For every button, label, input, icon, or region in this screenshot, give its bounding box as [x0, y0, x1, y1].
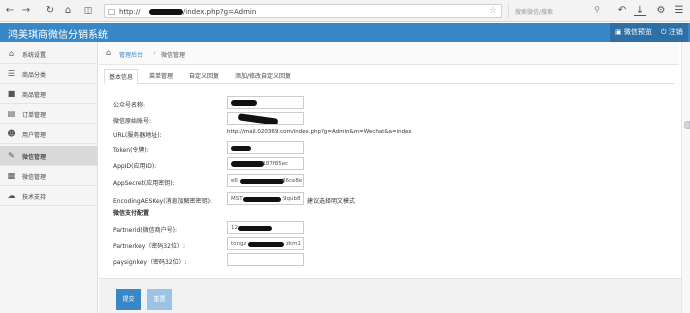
user-icon: ☻	[7, 129, 16, 138]
field-label: 微信原始账号:	[113, 118, 152, 125]
redaction	[149, 9, 183, 15]
server-url-value: http://mall.020369.com/index.php?g=Admin…	[227, 129, 412, 135]
tab-add-edit-reply[interactable]: 添加/修改自定义回复	[231, 69, 295, 84]
sidebar-item-wechat-2[interactable]: ▩ 微信管理	[0, 166, 97, 186]
sidebar-item-label: 微信管理	[22, 154, 47, 161]
sidebar-item-products[interactable]: ■ 商品管理	[0, 84, 97, 104]
field-label: Partnerkey（密码32位）:	[113, 243, 185, 250]
reset-button[interactable]: 重置	[147, 289, 172, 310]
redaction	[237, 113, 279, 124]
list-icon: ☰	[7, 69, 16, 78]
sidebar-item-label: 技术支持	[22, 194, 47, 201]
star-icon[interactable]: ☆	[489, 6, 497, 16]
appid-input[interactable]: a187f85ec	[227, 157, 304, 170]
search-placeholder: 搜索微信/搜索	[515, 9, 554, 16]
tab-bar: 基本信息 菜单管理 自定义回复 添加/修改自定义回复	[104, 69, 674, 84]
cloud-icon: ☁	[7, 191, 16, 200]
field-label: paysignkey（密码32位）:	[113, 259, 187, 266]
sidebar-item-label: 微信管理	[22, 174, 47, 181]
sidebar-item-categories[interactable]: ☰ 商品分类	[0, 64, 97, 84]
edit-icon: ✎	[8, 151, 15, 160]
search-icon[interactable]: ⚲	[594, 5, 600, 14]
sidebar-item-label: 用户管理	[22, 132, 47, 139]
app-title: 鸿美琪商微信分销系统	[8, 30, 108, 41]
logout-button[interactable]: ⏻ 注销	[656, 23, 688, 42]
field-label: AppSecret(应用密钥):	[113, 180, 175, 187]
tab-custom-reply[interactable]: 自定义回复	[185, 69, 223, 84]
partner-id-input[interactable]: 12	[227, 221, 304, 234]
address-bar[interactable]: □ http://n/index.php?g=Admin ☆	[104, 4, 502, 18]
encoding-hint: 建议选择明文模式	[307, 198, 356, 205]
field-label: Token(令牌):	[113, 147, 149, 154]
home-icon[interactable]: ⌂	[62, 5, 74, 17]
box-icon: ■	[7, 89, 16, 98]
tab-menu-management[interactable]: 菜单管理	[145, 69, 177, 84]
sidebar-item-label: 系统设置	[22, 52, 47, 59]
sidebar-item-support[interactable]: ☁ 技术支持	[0, 186, 97, 206]
redaction	[238, 226, 272, 231]
sidebar-item-wechat[interactable]: ✎ 微信管理	[0, 146, 97, 166]
field-label: Partnerid(微信商户号):	[113, 227, 177, 234]
encoding-aes-key-input[interactable]: MST 9qub8	[227, 192, 304, 205]
settings-icon[interactable]: ⚙	[655, 5, 667, 17]
side-float-button[interactable]	[684, 121, 690, 129]
book-icon[interactable]: ◫	[82, 5, 94, 17]
app-header: 鸿美琪商微信分销系统 ▣ 微信预览 ⏻ 注销	[0, 23, 690, 42]
pay-sign-key-input[interactable]	[227, 253, 304, 266]
form-actions: 提交 重置	[99, 278, 681, 313]
sidebar-item-label: 商品管理	[22, 92, 47, 99]
sidebar-item-users[interactable]: ☻ 用户管理	[0, 124, 97, 144]
field-label: EncodingAESKey(消息加解密密钥):	[113, 198, 212, 205]
redaction	[231, 146, 251, 151]
partner-key-input[interactable]: tongz zkm1	[227, 237, 304, 250]
sidebar-item-orders[interactable]: ▤ 订单管理	[0, 104, 97, 124]
field-label: AppID(应用ID):	[113, 163, 157, 170]
back-icon[interactable]: ←	[4, 5, 16, 17]
appsecret-input[interactable]: e6 86ce8e	[227, 174, 304, 187]
field-label: 公众号名称:	[113, 102, 146, 109]
field-label: URL(服务器地址):	[113, 132, 162, 139]
token-input[interactable]	[227, 141, 304, 154]
forward-icon[interactable]: →	[20, 5, 32, 17]
page-icon: □	[108, 7, 116, 16]
order-icon: ▤	[7, 109, 16, 118]
redaction	[243, 197, 281, 202]
download-icon[interactable]: ↓	[634, 5, 646, 16]
redaction	[248, 242, 284, 247]
browser-search[interactable]: 搜索微信/搜索 ⚲	[508, 4, 602, 18]
breadcrumb-separator: ›	[153, 49, 156, 57]
menu-icon[interactable]: ☰	[673, 5, 685, 17]
home-icon: ⌂	[106, 48, 112, 57]
redaction	[240, 179, 284, 184]
sidebar-item-system-settings[interactable]: ⌂ 系统设置	[0, 44, 97, 64]
browser-toolbar: ← → ↻ ⌂ ◫ □ http://n/index.php?g=Admin ☆…	[0, 0, 690, 22]
reload-icon[interactable]: ↻	[44, 5, 56, 17]
tab-basic-info[interactable]: 基本信息	[104, 69, 139, 84]
undo-icon[interactable]: ↶	[616, 5, 628, 17]
pay-section-title: 微信支付配置	[113, 210, 150, 217]
sidebar-item-label: 商品分类	[22, 72, 47, 79]
submit-button[interactable]: 提交	[116, 289, 141, 310]
breadcrumb-root[interactable]: 管理后台	[119, 50, 143, 59]
sidebar-item-label: 订单管理	[22, 112, 47, 119]
breadcrumb: ⌂ 管理后台 › 微信管理	[99, 42, 679, 65]
redaction	[231, 161, 264, 167]
original-account-input[interactable]	[227, 112, 304, 125]
home-icon: ⌂	[8, 49, 15, 58]
breadcrumb-current: 微信管理	[161, 52, 186, 59]
redaction	[231, 100, 257, 106]
sidebar: ⌂ 系统设置 ☰ 商品分类 ■ 商品管理 ▤ 订单管理 ☻ 用户管理 ✎ 微信管…	[0, 42, 98, 313]
chart-icon: ▩	[7, 171, 16, 180]
address-text: http://n/index.php?g=Admin	[119, 8, 257, 16]
wechat-preview-button[interactable]: ▣ 微信预览	[610, 23, 657, 42]
scrollbar[interactable]	[681, 42, 690, 313]
account-name-input[interactable]	[227, 96, 304, 109]
